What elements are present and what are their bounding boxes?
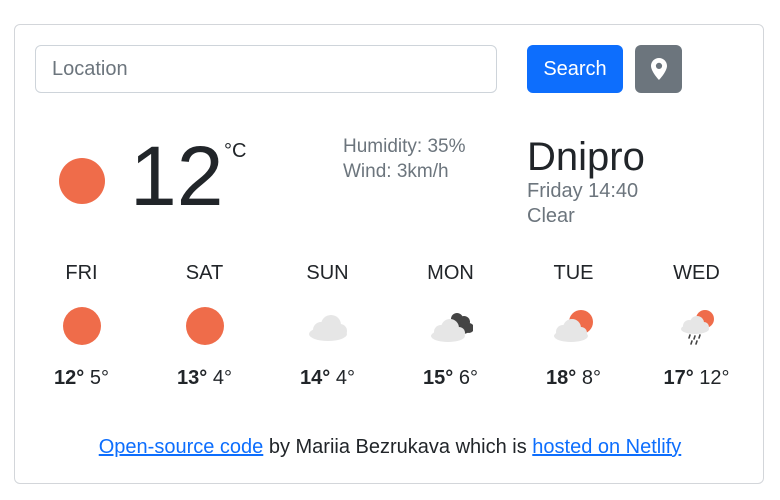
netlify-link[interactable]: hosted on Netlify	[532, 436, 681, 458]
search-button[interactable]: Search	[527, 45, 623, 93]
sun-icon	[59, 158, 105, 204]
current-temperature: 12	[130, 129, 224, 223]
forecast-max: 15°	[423, 367, 454, 389]
weather-card	[14, 24, 764, 484]
forecast-max: 17°	[663, 367, 694, 389]
forecast-day: TUE 18° 8°	[512, 260, 635, 400]
sun-icon	[63, 307, 101, 345]
forecast-day-name: FRI	[65, 262, 98, 284]
forecast-max: 12°	[54, 367, 85, 389]
forecast-day: MON 15° 6°	[389, 260, 512, 400]
forecast-day-name: WED	[673, 262, 720, 284]
forecast-day: WED 17° 12°	[635, 260, 758, 400]
wind: Wind: 3km/h	[343, 161, 449, 182]
forecast-temps: 14° 4°	[266, 366, 389, 390]
forecast-day-name: MON	[427, 262, 474, 284]
current-location-button[interactable]	[635, 45, 682, 93]
footer-text: by Mariia Bezrukava which is	[263, 436, 533, 458]
forecast-max: 14°	[300, 367, 331, 389]
weather-details: Humidity: 35% Wind: 3km/h	[343, 134, 466, 184]
sun-icon	[186, 307, 224, 345]
forecast-min: 5°	[89, 367, 109, 389]
forecast-min: 12°	[699, 367, 730, 389]
forecast-min: 6°	[458, 367, 478, 389]
forecast-day-name: SUN	[306, 262, 349, 284]
date-time: Friday 14:40	[527, 180, 639, 202]
city-name: Dnipro	[527, 135, 645, 179]
forecast-min: 4°	[335, 367, 355, 389]
forecast-day: FRI 12° 5°	[20, 260, 143, 400]
forecast-day-name: SAT	[185, 262, 224, 284]
forecast-day-name: TUE	[553, 262, 594, 284]
forecast-day: SUN 14° 4°	[266, 260, 389, 400]
weather-condition: Clear	[527, 205, 575, 227]
footer: Open-source code by Mariia Bezrukava whi…	[0, 436, 780, 459]
partly-cloudy-icon	[554, 310, 593, 342]
dark-clouds-icon	[431, 313, 473, 342]
forecast-temps: 13° 4°	[143, 366, 266, 390]
cloud-icon	[309, 315, 347, 341]
forecast-day: SAT 13° 4°	[143, 260, 266, 400]
map-pin-icon	[650, 58, 667, 80]
forecast-max: 13°	[177, 367, 208, 389]
forecast: FRI 12° 5° SAT 13° 4° SUN 14° 4° MON 15°…	[20, 260, 758, 400]
source-code-link[interactable]: Open-source code	[99, 436, 264, 458]
forecast-temps: 12° 5°	[20, 366, 143, 390]
forecast-min: 8°	[581, 367, 601, 389]
forecast-max: 18°	[546, 367, 577, 389]
forecast-temps: 17° 12°	[635, 366, 758, 390]
search-input[interactable]	[35, 45, 497, 93]
temperature-unit: °C	[224, 140, 247, 162]
forecast-temps: 18° 8°	[512, 366, 635, 390]
forecast-min: 4°	[212, 367, 232, 389]
forecast-temps: 15° 6°	[389, 366, 512, 390]
rain-icon	[681, 310, 714, 345]
humidity: Humidity: 35%	[343, 136, 466, 157]
